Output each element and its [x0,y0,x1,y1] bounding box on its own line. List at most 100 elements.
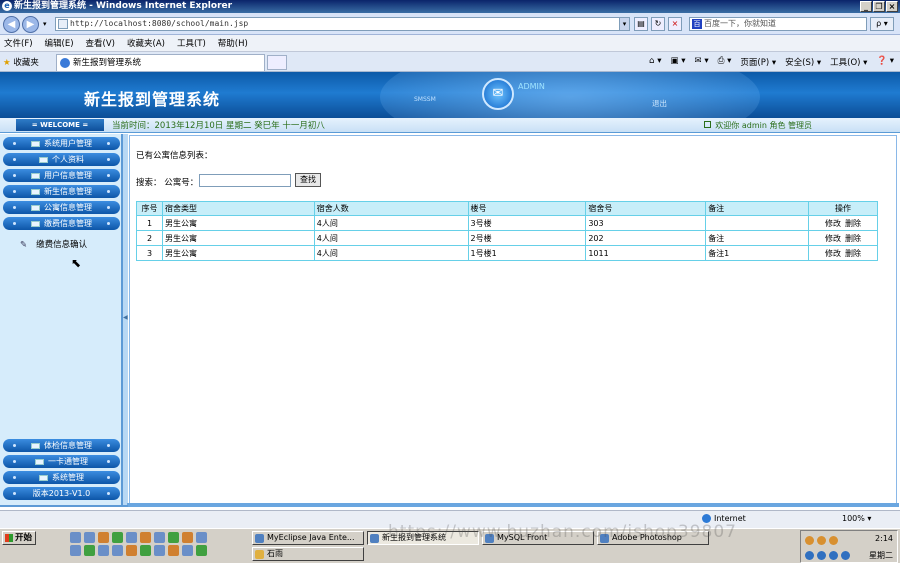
compat-icon[interactable]: ▤ [634,17,648,31]
menu-edit[interactable]: 编辑(E) [45,37,74,49]
tray-icon[interactable] [805,551,814,560]
app-icon[interactable] [168,545,179,556]
app-icon[interactable] [168,532,179,543]
sidebar-item-payments[interactable]: 缴费信息管理 [3,217,120,230]
edit-link[interactable]: 修改 [825,249,841,258]
sidebar-item-new-students[interactable]: 新生信息管理 [3,185,120,198]
window-controls: _ ❐ × [860,1,898,12]
sidebar-item-system[interactable]: 系统管理 [3,471,120,484]
splitter-arrow-icon: ◀ [123,314,128,321]
clock: 2:14 [875,534,893,543]
app-icon[interactable] [154,545,165,556]
zoom-control[interactable]: 100% ▾ [842,514,871,523]
tools-menu[interactable]: 工具(O) ▾ [830,56,867,68]
main-content: 已有公寓信息列表： 搜索： 公寓号： 查找 序号 宿舍类型 宿舍人数 楼号 宿舍… [129,135,897,505]
safety-menu[interactable]: 安全(S) ▾ [785,56,821,68]
task-myeclipse[interactable]: MyEclipse Java Ente... [252,531,364,545]
app-icon[interactable] [196,532,207,543]
edit-link[interactable]: 修改 [825,234,841,243]
menu-tools[interactable]: 工具(T) [177,37,206,49]
app-icon[interactable] [98,545,109,556]
tray-icon[interactable] [841,551,850,560]
address-bar-row: ◀ ▶ ▾ http://localhost:8080/school/main.… [0,13,900,35]
help-menu[interactable]: ❓ ▾ [876,56,894,68]
app-icon[interactable] [182,545,193,556]
mail-icon-btn[interactable]: ✉ ▾ [695,56,709,68]
history-dropdown-icon[interactable]: ▾ [43,20,47,28]
stop-icon[interactable]: × [668,17,682,31]
back-button[interactable]: ◀ [3,16,20,33]
app-icon[interactable] [140,545,151,556]
app-icon[interactable] [126,532,137,543]
menu-favorites[interactable]: 收藏夹(A) [127,37,165,49]
start-button[interactable]: 开始 [2,531,36,545]
app-title: 新生报到管理系统 [84,90,221,109]
refresh-icon[interactable]: ↻ [651,17,665,31]
window-title-bar: e 新生报到管理系统 - Windows Internet Explorer _… [0,0,900,13]
tray-icon[interactable] [829,536,838,545]
app-icon[interactable] [126,545,137,556]
sidebar-splitter[interactable]: ◀ [123,134,128,505]
page-menu[interactable]: 页面(P) ▾ [740,56,776,68]
sidebar-item-card[interactable]: 一卡通管理 [3,455,120,468]
new-tab-button[interactable] [267,55,287,70]
menu-help[interactable]: 帮助(H) [218,37,248,49]
tray-icon[interactable] [817,551,826,560]
delete-link[interactable]: 删除 [845,234,861,243]
delete-link[interactable]: 删除 [845,249,861,258]
header-admin-link[interactable]: ADMIN [518,82,545,91]
app-icon[interactable] [98,532,109,543]
favorites-button[interactable]: ★ 收藏夹 [3,56,39,68]
address-input[interactable]: http://localhost:8080/school/main.jsp [55,17,630,31]
task-folder[interactable]: 石雨 [252,547,364,561]
search-input[interactable]: 百 百度一下，你就知道 [689,17,867,31]
address-dropdown-icon[interactable]: ▾ [619,17,630,31]
sidebar-item-medical[interactable]: 体检信息管理 [3,439,120,452]
cell-room: 303 [585,215,707,231]
sidebar-item-dorms[interactable]: 公寓信息管理 [3,201,120,214]
edit-link[interactable]: 修改 [825,219,841,228]
app-icon[interactable] [154,532,165,543]
app-icon[interactable] [112,532,123,543]
app-icon[interactable] [84,545,95,556]
menu-view[interactable]: 查看(V) [86,37,115,49]
search-button[interactable]: ρ ▾ [870,17,894,31]
app-icon[interactable] [182,532,193,543]
find-button[interactable]: 查找 [295,173,321,187]
sidebar-subitem-payment-confirm[interactable]: ✎ 缴费信息确认 [20,238,87,250]
app-icon[interactable] [196,545,207,556]
app-icon[interactable] [84,532,95,543]
sidebar-version: 版本2013-V1.0 [3,487,120,500]
cell-actions: 修改 删除 [808,230,878,246]
search-label: 搜索： 公寓号： [136,178,199,188]
command-bar: ⌂ ▾ ▣ ▾ ✉ ▾ ⎙ ▾ 页面(P) ▾ 安全(S) ▾ 工具(O) ▾ … [649,56,894,68]
envelope-icon [31,204,40,211]
app-icon[interactable] [140,532,151,543]
delete-link[interactable]: 删除 [845,219,861,228]
sidebar-item-user-info[interactable]: 用户信息管理 [3,169,120,182]
print-icon[interactable]: ⎙ ▾ [718,56,732,68]
star-icon: ★ [3,58,11,68]
cell-people: 4人间 [313,245,469,261]
app-icon[interactable] [112,545,123,556]
browser-tab[interactable]: 新生报到管理系统 [56,54,265,71]
envelope-icon[interactable]: ✉ [482,78,514,110]
menu-file[interactable]: 文件(F) [4,37,33,49]
forward-button[interactable]: ▶ [22,16,39,33]
dorm-search-input[interactable] [199,174,291,187]
logout-link[interactable]: 退出 [652,98,667,109]
app-icon[interactable] [70,545,81,556]
tray-icon[interactable] [817,536,826,545]
feeds-icon[interactable]: ▣ ▾ [671,56,686,68]
cell-actions: 修改 删除 [808,245,878,261]
tray-icon[interactable] [829,551,838,560]
minimize-button[interactable]: _ [860,1,872,12]
sidebar-item-profile[interactable]: 个人资料 [3,153,120,166]
tray-icon[interactable] [805,536,814,545]
home-icon[interactable]: ⌂ ▾ [649,56,661,68]
app-icon[interactable] [70,532,81,543]
restore-button[interactable]: ❐ [873,1,885,12]
close-button[interactable]: × [886,1,898,12]
watermark: https://www.huzhan.com/ishop39807 [388,522,737,542]
sidebar-item-system-users[interactable]: 系统用户管理 [3,137,120,150]
